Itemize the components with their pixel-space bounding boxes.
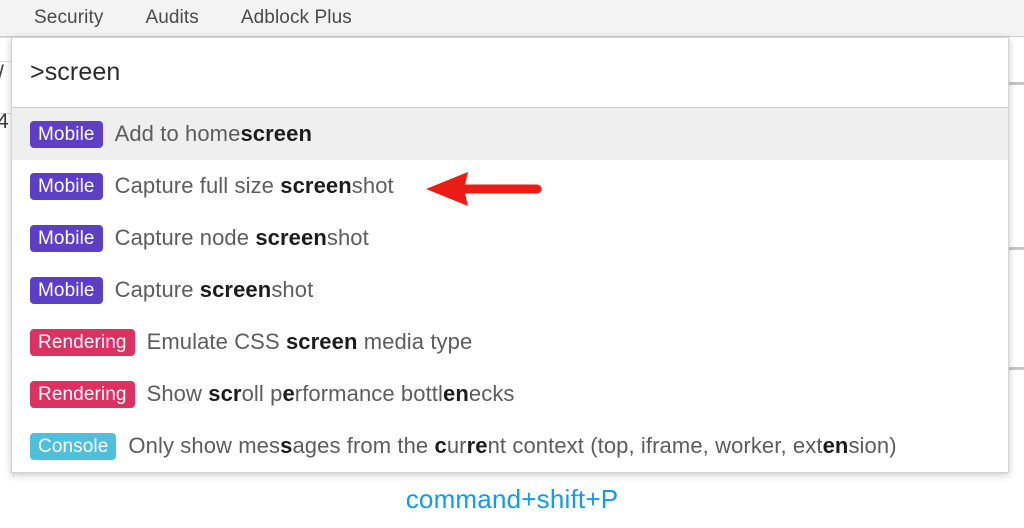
result-match-highlight: screen (240, 121, 312, 146)
result-category-badge: Mobile (30, 120, 103, 148)
command-palette-result[interactable]: Mobile Capture screenshot (12, 264, 1008, 316)
result-label: Capture node screenshot (115, 225, 369, 251)
result-label: Capture screenshot (115, 277, 314, 303)
result-text: ages from the (292, 433, 435, 458)
result-label: Add to homescreen (115, 121, 312, 147)
result-match-highlight: en (822, 433, 849, 458)
devtools-tab-bar: Security Audits Adblock Plus (0, 0, 1024, 37)
background-glyph: 4 (0, 111, 9, 132)
background-rule (1008, 247, 1024, 250)
background-right-rules (1008, 37, 1024, 477)
result-text: Emulate CSS (146, 329, 286, 354)
result-match-highlight: scr (208, 381, 242, 406)
tab-adblock-plus[interactable]: Adblock Plus (241, 7, 352, 29)
result-match-highlight: e (282, 381, 295, 406)
result-label: Capture full size screenshot (115, 173, 394, 199)
tab-audits[interactable]: Audits (145, 7, 198, 29)
result-label: Show scroll performance bottlenecks (147, 381, 515, 407)
result-text: shot (271, 277, 314, 302)
command-palette-input-row[interactable]: >screen (12, 38, 1008, 108)
result-match-highlight: en (443, 381, 469, 406)
background-rule (1008, 367, 1024, 370)
result-match-highlight: screen (285, 329, 358, 354)
result-match-highlight: c (434, 433, 447, 458)
result-match-highlight: screen (199, 277, 272, 302)
result-category-badge: Mobile (30, 224, 103, 252)
result-match-highlight: s (280, 433, 293, 458)
shortcut-caption: command+shift+P (405, 484, 619, 514)
background-glyph: / (0, 63, 4, 84)
screenshot-root: Security Audits Adblock Plus / 4 >screen… (0, 0, 1024, 528)
command-palette-result[interactable]: Mobile Capture full size screenshot (12, 160, 1008, 212)
command-palette-result[interactable]: Console Only show messages from the curre… (12, 420, 1008, 472)
result-category-badge: Rendering (30, 380, 135, 408)
command-palette-result[interactable]: Rendering Show scroll performance bottlen… (12, 368, 1008, 420)
command-palette-result[interactable]: Mobile Capture node screenshot (12, 212, 1008, 264)
result-text: shot (326, 225, 369, 250)
result-match-highlight: screen (255, 225, 327, 250)
result-match-highlight: re (466, 433, 488, 458)
result-text: rformance bottl (294, 381, 444, 406)
command-palette-result[interactable]: Mobile Add to homescreen (12, 108, 1008, 160)
tab-security[interactable]: Security (34, 7, 103, 29)
result-text: Capture node (114, 225, 256, 250)
result-label: Only show messages from the current cont… (128, 433, 896, 459)
result-text: ur (446, 433, 467, 458)
command-palette-query-input[interactable]: >screen (30, 58, 120, 87)
result-text: Add to home (114, 121, 241, 146)
command-palette-result[interactable]: Rendering Emulate CSS screen media type (12, 316, 1008, 368)
result-text: sion) (848, 433, 897, 458)
result-text: Capture (114, 277, 200, 302)
result-category-badge: Console (30, 432, 117, 460)
result-text: oll p (241, 381, 283, 406)
result-label: Emulate CSS screen media type (147, 329, 473, 355)
result-text: Only show mes (128, 433, 281, 458)
background-rule (1008, 82, 1024, 85)
result-text: nt context (top, iframe, worker, ext (487, 433, 823, 458)
result-category-badge: Mobile (30, 276, 103, 304)
result-category-badge: Rendering (30, 328, 135, 356)
result-text: Capture full size (114, 173, 281, 198)
result-match-highlight: screen (280, 173, 352, 198)
result-text: Show (146, 381, 209, 406)
command-palette-results: Mobile Add to homescreen Mobile Capture ful… (12, 108, 1008, 472)
result-text: media type (357, 329, 473, 354)
command-palette-dialog: >screen Mobile Add to homescreen Mobile Cap… (11, 37, 1009, 473)
result-text: shot (351, 173, 394, 198)
result-text: ecks (468, 381, 515, 406)
result-category-badge: Mobile (30, 172, 103, 200)
